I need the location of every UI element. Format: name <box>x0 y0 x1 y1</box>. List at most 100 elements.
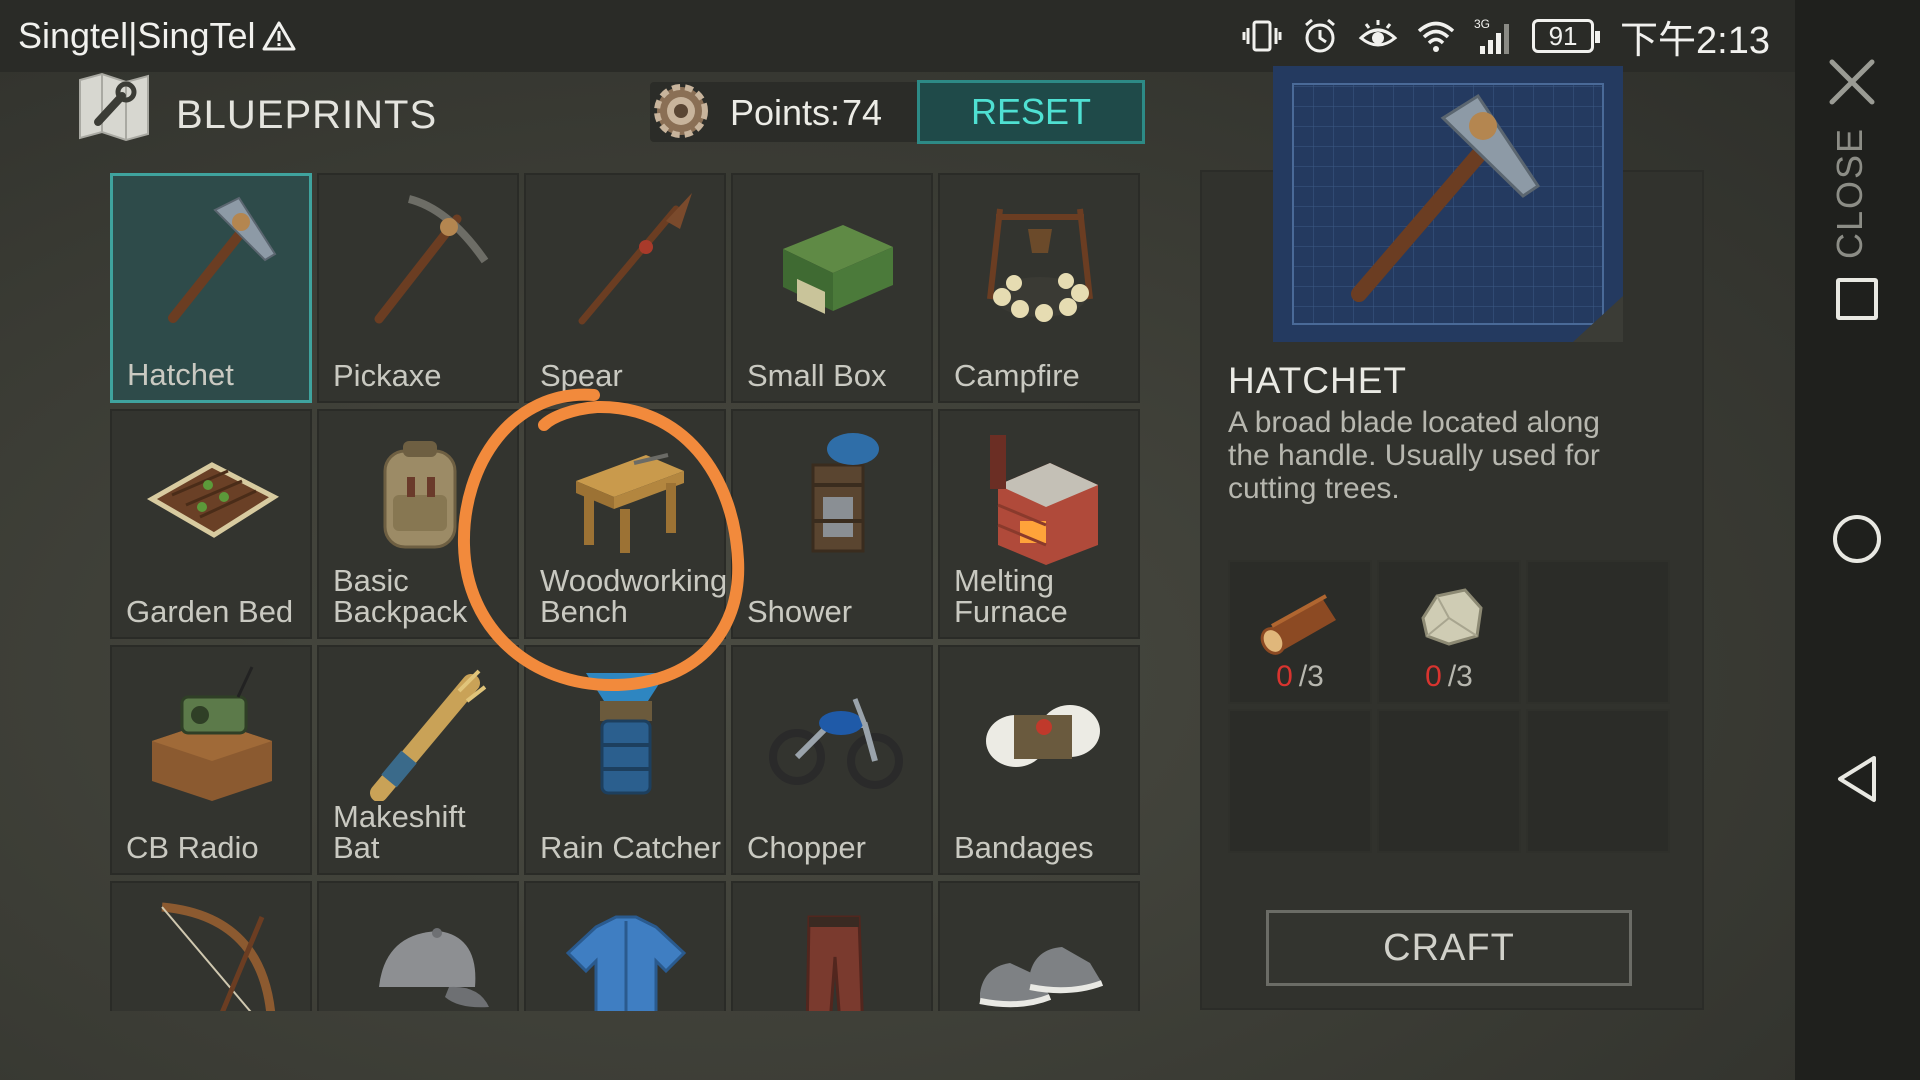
ingredient-slot-empty <box>1377 709 1521 853</box>
blueprint-cell[interactable]: CB Radio <box>110 645 312 875</box>
detail-item-description: A broad blade located along the handle. … <box>1228 406 1600 505</box>
ingredient-quantity: 0/3 <box>1379 660 1519 694</box>
signal-icon: 3G <box>1474 17 1510 54</box>
stone-icon <box>1421 588 1483 646</box>
furnace-icon <box>990 435 1098 565</box>
blueprint-label: Campfire <box>954 358 1080 393</box>
shower-icon <box>811 433 879 553</box>
bow-icon <box>161 902 275 1011</box>
status-icons: 3G 91 下午2:13 <box>1242 0 1770 72</box>
blueprint-cell[interactable] <box>317 881 519 1011</box>
blueprint-label: Chopper <box>747 830 866 865</box>
ingredient-need: /3 <box>1447 660 1473 693</box>
close-icon[interactable] <box>1824 54 1880 110</box>
alarm-icon <box>1305 18 1335 53</box>
cap-icon <box>379 928 489 1008</box>
ingredient-slot[interactable]: 0/3 <box>1377 560 1521 704</box>
bat-icon <box>370 669 487 801</box>
blueprint-cell[interactable]: Spear <box>524 173 726 403</box>
blueprint-label: Basic Backpack <box>333 563 468 629</box>
sneakers-icon <box>979 947 1104 1008</box>
ingredient-slot[interactable]: 0/3 <box>1228 560 1372 704</box>
pants-icon <box>805 915 864 1011</box>
craft-button[interactable]: CRAFT <box>1266 910 1632 986</box>
ingredient-need: /3 <box>1298 660 1324 693</box>
recent-apps-button[interactable] <box>1836 278 1878 320</box>
gear-icon <box>654 84 708 138</box>
blueprint-cell[interactable]: Woodworking Bench <box>524 409 728 639</box>
wood-log-icon <box>1260 594 1336 655</box>
motorcycle-icon <box>769 698 903 789</box>
blueprint-cell[interactable]: Chopper <box>731 645 933 875</box>
hatchet-preview-icon <box>1273 66 1623 342</box>
workbench-icon <box>576 453 684 553</box>
blueprint-icon <box>79 72 149 142</box>
warning-icon <box>262 21 295 51</box>
garden-bed-icon <box>146 462 280 538</box>
blueprint-cell[interactable]: Melting Furnace <box>938 409 1140 639</box>
blueprint-label: Spear <box>540 358 623 393</box>
blueprint-cell[interactable]: Garden Bed <box>110 409 312 639</box>
blueprint-cell[interactable]: Campfire <box>938 173 1140 403</box>
blueprint-label: Shower <box>747 594 853 629</box>
home-button[interactable] <box>1833 515 1881 563</box>
rain-catcher-icon <box>586 673 666 795</box>
ingredient-have: 0 <box>1276 660 1293 693</box>
blueprint-label: Garden Bed <box>126 594 294 629</box>
blueprint-cell[interactable]: Hatchet <box>110 173 312 403</box>
battery-level: 91 <box>1548 20 1578 51</box>
status-bar: Singtel|SingTel 3G 91 下午2:13 <box>0 0 1920 72</box>
blueprint-cell[interactable] <box>524 881 726 1011</box>
points-label: Points: <box>730 92 841 133</box>
blueprint-cell[interactable]: Makeshift Bat <box>317 645 519 875</box>
blueprint-label: Pickaxe <box>333 358 442 393</box>
back-button[interactable] <box>1832 752 1882 806</box>
spear-icon <box>578 193 692 325</box>
ingredient-slot-empty <box>1526 560 1670 704</box>
blueprint-cell[interactable] <box>731 881 933 1011</box>
ingredient-have: 0 <box>1425 660 1442 693</box>
small-box-icon <box>783 225 893 314</box>
blueprint-cell[interactable]: Rain Catcher <box>524 645 726 875</box>
blueprint-grid: Hatchet Pickaxe Spear Small Box Campfire Gard… <box>110 173 1142 1011</box>
eye-comfort-icon <box>1358 20 1398 47</box>
page-title: BLUEPRINTS <box>176 93 438 137</box>
hatchet-icon <box>168 196 277 323</box>
radio-icon <box>152 666 272 801</box>
selected-item-preview <box>1273 66 1623 342</box>
blueprint-label: CB Radio <box>126 830 259 865</box>
status-carrier: Singtel|SingTel <box>18 15 296 57</box>
blueprint-cell[interactable]: Basic Backpack <box>317 409 519 639</box>
blueprint-cell[interactable]: Small Box <box>731 173 933 403</box>
blueprint-label: Rain Catcher <box>540 830 721 865</box>
blueprint-label: Melting Furnace <box>954 563 1068 629</box>
close-label[interactable]: CLOSE <box>1826 127 1874 259</box>
blueprint-label: Hatchet <box>127 357 234 392</box>
blueprint-cell[interactable]: Shower <box>731 409 933 639</box>
shirt-icon <box>565 915 687 1011</box>
blueprint-cell[interactable] <box>938 881 1140 1011</box>
carrier-name: Singtel|SingTel <box>18 15 256 56</box>
blueprint-cell[interactable] <box>110 881 312 1011</box>
battery-indicator: 91 <box>1532 19 1601 53</box>
bandages-icon <box>986 705 1100 767</box>
wifi-icon <box>1417 21 1455 52</box>
blueprint-label: Makeshift Bat <box>333 799 466 865</box>
blueprint-cell[interactable]: Pickaxe <box>317 173 519 403</box>
blueprint-cell[interactable]: Bandages <box>938 645 1140 875</box>
ingredient-grid: 0/3 0/3 <box>1228 560 1670 854</box>
ingredient-slot-empty <box>1228 709 1372 853</box>
campfire-icon <box>987 208 1093 322</box>
status-clock: 下午2:13 <box>1620 19 1770 62</box>
ingredient-quantity: 0/3 <box>1230 660 1370 694</box>
network-type: 3G <box>1474 17 1490 31</box>
pickaxe-icon <box>374 195 489 324</box>
backpack-icon <box>383 441 457 549</box>
blueprint-label: Woodworking Bench <box>540 563 728 629</box>
detail-item-name: HATCHET <box>1228 360 1407 401</box>
vibrate-icon <box>1242 20 1282 52</box>
reset-button[interactable]: RESET <box>917 80 1145 144</box>
ingredient-slot-empty <box>1526 709 1670 853</box>
blueprint-label: Small Box <box>747 358 887 393</box>
blueprint-label: Bandages <box>954 830 1094 865</box>
